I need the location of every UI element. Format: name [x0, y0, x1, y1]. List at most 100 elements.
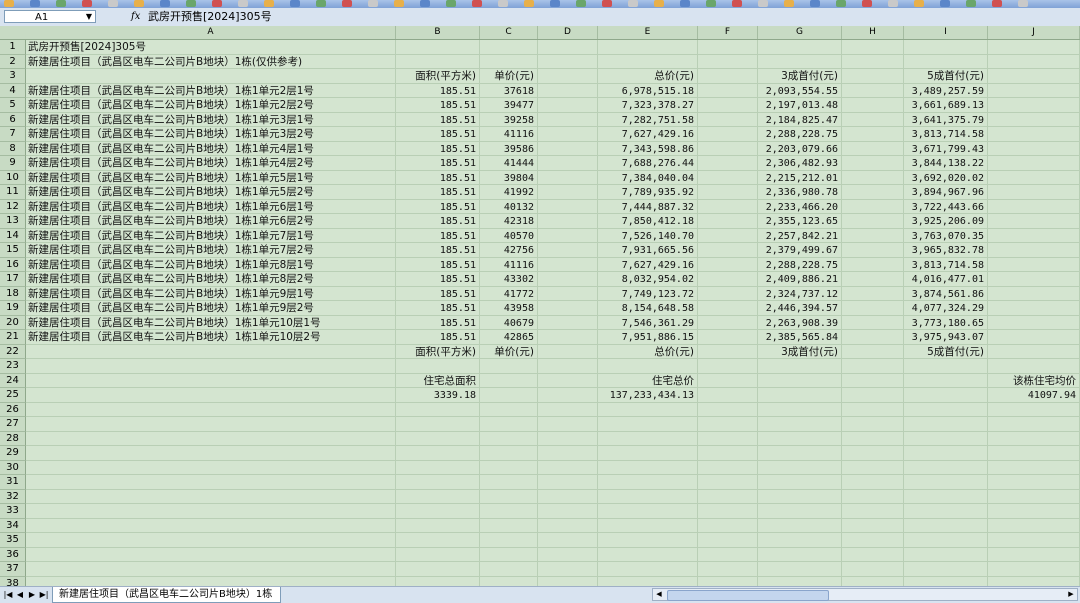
- cell[interactable]: 新建居住项目（武昌区电车二公司片B地块）1栋1单元7层2号: [26, 243, 396, 258]
- cell[interactable]: 185.51: [396, 200, 480, 215]
- cell[interactable]: 3,641,375.79: [904, 113, 988, 128]
- row-header[interactable]: 5: [0, 98, 26, 113]
- cell[interactable]: 7,444,887.32: [598, 200, 698, 215]
- cell[interactable]: 2,379,499.67: [758, 243, 842, 258]
- row-header[interactable]: 35: [0, 533, 26, 548]
- toolbar-button-icon[interactable]: [680, 0, 690, 7]
- cell[interactable]: 总价(元): [598, 345, 698, 360]
- cell[interactable]: 41772: [480, 287, 538, 302]
- row-header[interactable]: 27: [0, 417, 26, 432]
- cell[interactable]: 7,627,429.16: [598, 127, 698, 142]
- toolbar-button-icon[interactable]: [524, 0, 534, 7]
- cell[interactable]: 3,925,206.09: [904, 214, 988, 229]
- toolbar-button-icon[interactable]: [420, 0, 430, 7]
- toolbar-button-icon[interactable]: [264, 0, 274, 7]
- row-header[interactable]: 14: [0, 228, 26, 243]
- cell[interactable]: 5成首付(元): [904, 69, 988, 84]
- cell[interactable]: 185.51: [396, 171, 480, 186]
- cell[interactable]: 43302: [480, 272, 538, 287]
- cell[interactable]: 41992: [480, 185, 538, 200]
- cell[interactable]: 6,978,515.18: [598, 84, 698, 99]
- cell[interactable]: 新建居住项目（武昌区电车二公司片B地块）1栋1单元3层2号: [26, 127, 396, 142]
- cell[interactable]: 单价(元): [480, 69, 538, 84]
- cell[interactable]: 3,894,967.96: [904, 185, 988, 200]
- cell[interactable]: 新建居住项目（武昌区电车二公司片B地块）1栋1单元10层2号: [26, 330, 396, 345]
- toolbar-button-icon[interactable]: [1018, 0, 1028, 7]
- scroll-right-icon[interactable]: ▶: [1065, 589, 1077, 600]
- cell[interactable]: 新建居住项目（武昌区电车二公司片B地块）1栋1单元9层2号: [26, 301, 396, 316]
- first-sheet-icon[interactable]: |◀: [3, 589, 13, 601]
- cell[interactable]: 8,154,648.58: [598, 301, 698, 316]
- cell[interactable]: 单价(元): [480, 345, 538, 360]
- cell[interactable]: 2,093,554.55: [758, 84, 842, 99]
- cell[interactable]: 新建居住项目（武昌区电车二公司片B地块）1栋1单元8层1号: [26, 258, 396, 273]
- sheet-tab[interactable]: 新建居住项目（武昌区电车二公司片B地块）1栋: [52, 587, 282, 603]
- cell[interactable]: 2,184,825.47: [758, 113, 842, 128]
- cell[interactable]: 武房开预售[2024]305号: [26, 40, 538, 55]
- row-header[interactable]: 33: [0, 504, 26, 519]
- cell[interactable]: 3,773,180.65: [904, 316, 988, 331]
- column-header-b[interactable]: B: [396, 26, 480, 39]
- cell[interactable]: 185.51: [396, 113, 480, 128]
- row-header[interactable]: 6: [0, 112, 26, 127]
- toolbar-button-icon[interactable]: [966, 0, 976, 7]
- row-header[interactable]: 31: [0, 475, 26, 490]
- function-icon[interactable]: fx: [131, 11, 140, 23]
- toolbar-button-icon[interactable]: [290, 0, 300, 7]
- toolbar-button-icon[interactable]: [810, 0, 820, 7]
- row-header[interactable]: 2: [0, 54, 26, 69]
- toolbar-button-icon[interactable]: [30, 0, 40, 7]
- row-header[interactable]: 20: [0, 315, 26, 330]
- cell[interactable]: 185.51: [396, 142, 480, 157]
- row-header[interactable]: 22: [0, 344, 26, 359]
- column-header-a[interactable]: A: [26, 26, 396, 39]
- toolbar-button-icon[interactable]: [862, 0, 872, 7]
- toolbar-button-icon[interactable]: [316, 0, 326, 7]
- toolbar-button-icon[interactable]: [160, 0, 170, 7]
- cell[interactable]: 新建居住项目（武昌区电车二公司片B地块）1栋1单元5层2号: [26, 185, 396, 200]
- cell[interactable]: 185.51: [396, 316, 480, 331]
- cell[interactable]: 2,233,466.20: [758, 200, 842, 215]
- cell[interactable]: 新建居住项目（武昌区电车二公司片B地块）1栋(仅供参考): [26, 55, 598, 70]
- cell[interactable]: 新建居住项目（武昌区电车二公司片B地块）1栋1单元5层1号: [26, 171, 396, 186]
- toolbar-button-icon[interactable]: [394, 0, 404, 7]
- cell[interactable]: 41097.94: [988, 388, 1080, 403]
- cell[interactable]: 42865: [480, 330, 538, 345]
- cell[interactable]: 4,077,324.29: [904, 301, 988, 316]
- cell[interactable]: 3成首付(元): [758, 69, 842, 84]
- cell[interactable]: 3339.18: [396, 388, 480, 403]
- cell[interactable]: 43958: [480, 301, 538, 316]
- column-header-d[interactable]: D: [538, 26, 598, 39]
- cell[interactable]: 7,526,140.70: [598, 229, 698, 244]
- row-header[interactable]: 30: [0, 460, 26, 475]
- row-header[interactable]: 4: [0, 83, 26, 98]
- toolbar-button-icon[interactable]: [238, 0, 248, 7]
- cell[interactable]: 该栋住宅均价: [988, 374, 1080, 389]
- cell[interactable]: 2,306,482.93: [758, 156, 842, 171]
- name-box[interactable]: A1: [4, 10, 96, 23]
- cell[interactable]: 7,789,935.92: [598, 185, 698, 200]
- cell[interactable]: 面积(平方米): [396, 69, 480, 84]
- cell[interactable]: 3,763,070.35: [904, 229, 988, 244]
- row-header[interactable]: 25: [0, 388, 26, 403]
- cell[interactable]: 185.51: [396, 156, 480, 171]
- column-header-e[interactable]: E: [598, 26, 698, 39]
- cell[interactable]: 185.51: [396, 330, 480, 345]
- cell[interactable]: 2,409,886.21: [758, 272, 842, 287]
- cell[interactable]: 41116: [480, 258, 538, 273]
- cell[interactable]: 2,197,013.48: [758, 98, 842, 113]
- cell[interactable]: 7,282,751.58: [598, 113, 698, 128]
- cell[interactable]: 8,032,954.02: [598, 272, 698, 287]
- cell[interactable]: 2,288,228.75: [758, 127, 842, 142]
- toolbar-button-icon[interactable]: [108, 0, 118, 7]
- cell[interactable]: 2,324,737.12: [758, 287, 842, 302]
- cell[interactable]: 41444: [480, 156, 538, 171]
- cell[interactable]: 面积(平方米): [396, 345, 480, 360]
- row-header[interactable]: 26: [0, 402, 26, 417]
- cell[interactable]: 新建居住项目（武昌区电车二公司片B地块）1栋1单元4层1号: [26, 142, 396, 157]
- next-sheet-icon[interactable]: ▶: [27, 589, 37, 601]
- cell[interactable]: 40570: [480, 229, 538, 244]
- row-header[interactable]: 3: [0, 69, 26, 84]
- row-header[interactable]: 23: [0, 359, 26, 374]
- toolbar-button-icon[interactable]: [446, 0, 456, 7]
